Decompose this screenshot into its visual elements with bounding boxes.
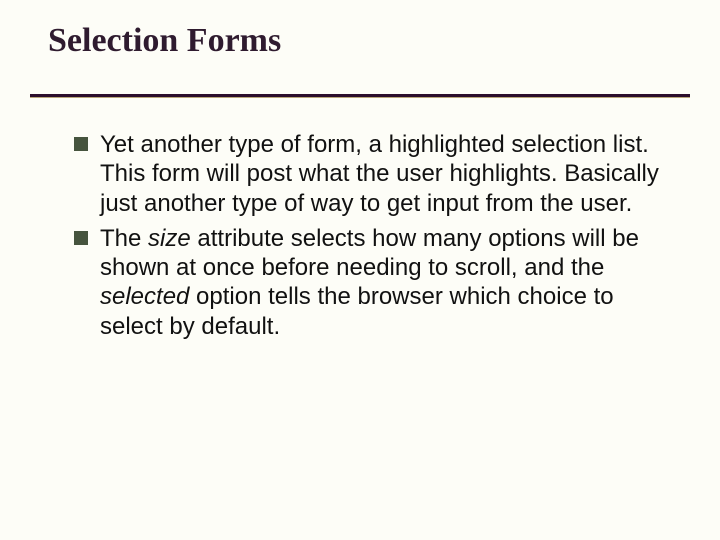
- emphasis-selected: selected: [100, 283, 189, 310]
- square-bullet-icon: [74, 231, 88, 245]
- square-bullet-icon: [74, 137, 88, 151]
- bullet-text: Yet another type of form, a highlighted …: [100, 131, 659, 217]
- bullet-text: The size attribute selects how many opti…: [100, 225, 639, 340]
- slide-title: Selection Forms: [48, 22, 281, 60]
- slide-body: Yet another type of form, a highlighted …: [74, 130, 660, 347]
- emphasis-size: size: [148, 225, 191, 252]
- list-item: The size attribute selects how many opti…: [74, 224, 660, 341]
- slide: Selection Forms Yet another type of form…: [0, 0, 720, 540]
- text-run: The: [100, 225, 148, 252]
- divider-light: [30, 97, 690, 98]
- list-item: Yet another type of form, a highlighted …: [74, 130, 660, 218]
